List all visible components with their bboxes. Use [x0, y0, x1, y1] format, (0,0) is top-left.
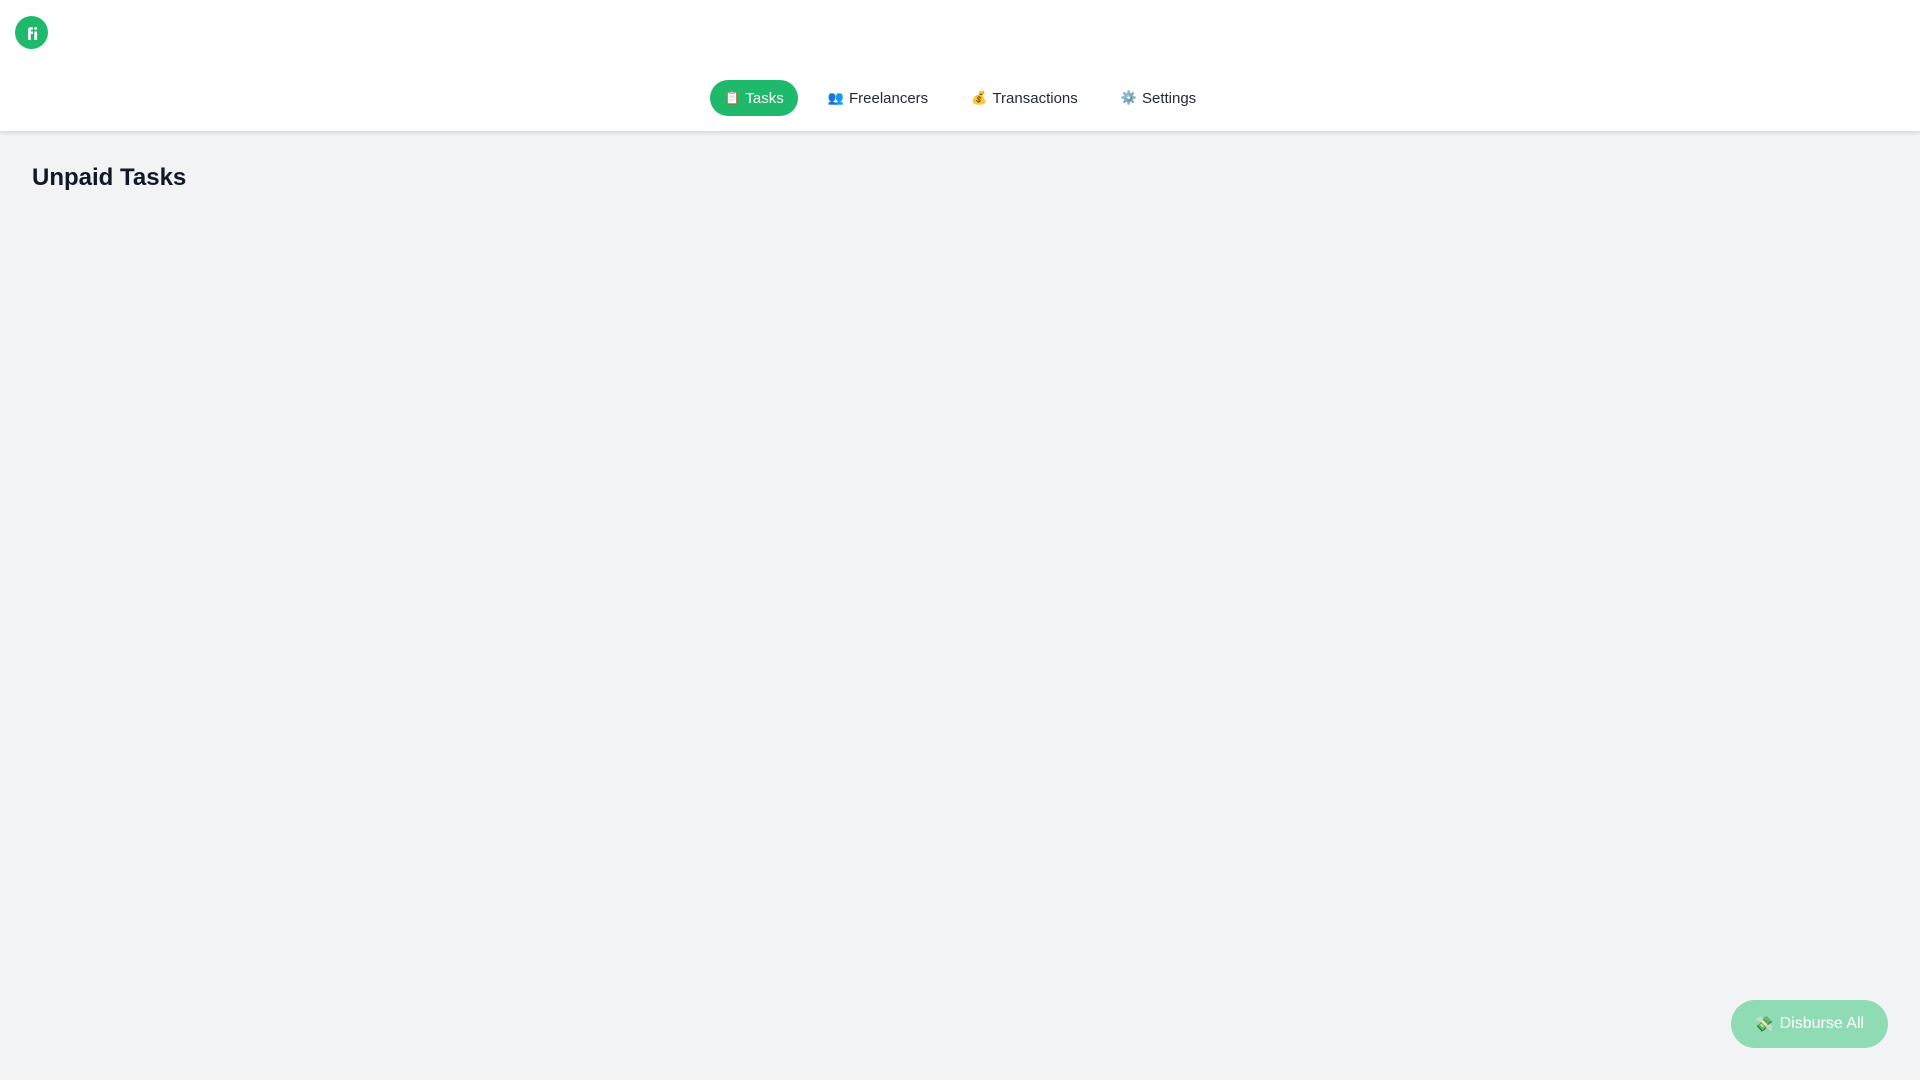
- money-with-wings-icon: 💸: [1754, 1016, 1774, 1033]
- fi-logo-icon: [27, 26, 37, 40]
- nav-tab-freelancers[interactable]: 👥 Freelancers: [816, 80, 940, 116]
- people-icon: 👥: [827, 90, 844, 105]
- nav-tab-label: Tasks: [745, 89, 784, 107]
- top-header: 📋 Tasks 👥 Freelancers 💰 Transactions ⚙️ …: [0, 0, 1920, 131]
- nav-tab-settings[interactable]: ⚙️ Settings: [1110, 80, 1207, 116]
- nav-tab-label: Settings: [1141, 89, 1197, 107]
- nav-tab-tasks[interactable]: 📋 Tasks: [710, 80, 798, 116]
- money-bag-icon: 💰: [971, 90, 988, 105]
- nav-tab-label: Freelancers: [848, 89, 929, 107]
- gear-icon: ⚙️: [1120, 90, 1137, 105]
- main-nav: 📋 Tasks 👥 Freelancers 💰 Transactions ⚙️ …: [0, 80, 1920, 116]
- clipboard-icon: 📋: [724, 90, 741, 105]
- nav-tab-label: Transactions: [992, 89, 1078, 107]
- disburse-all-button[interactable]: 💸 Disburse All: [1731, 1000, 1888, 1048]
- nav-tab-transactions[interactable]: 💰 Transactions: [962, 80, 1087, 116]
- disburse-all-label: Disburse All: [1779, 1015, 1865, 1032]
- app-logo[interactable]: [15, 16, 48, 49]
- page-title: Unpaid Tasks: [32, 164, 187, 191]
